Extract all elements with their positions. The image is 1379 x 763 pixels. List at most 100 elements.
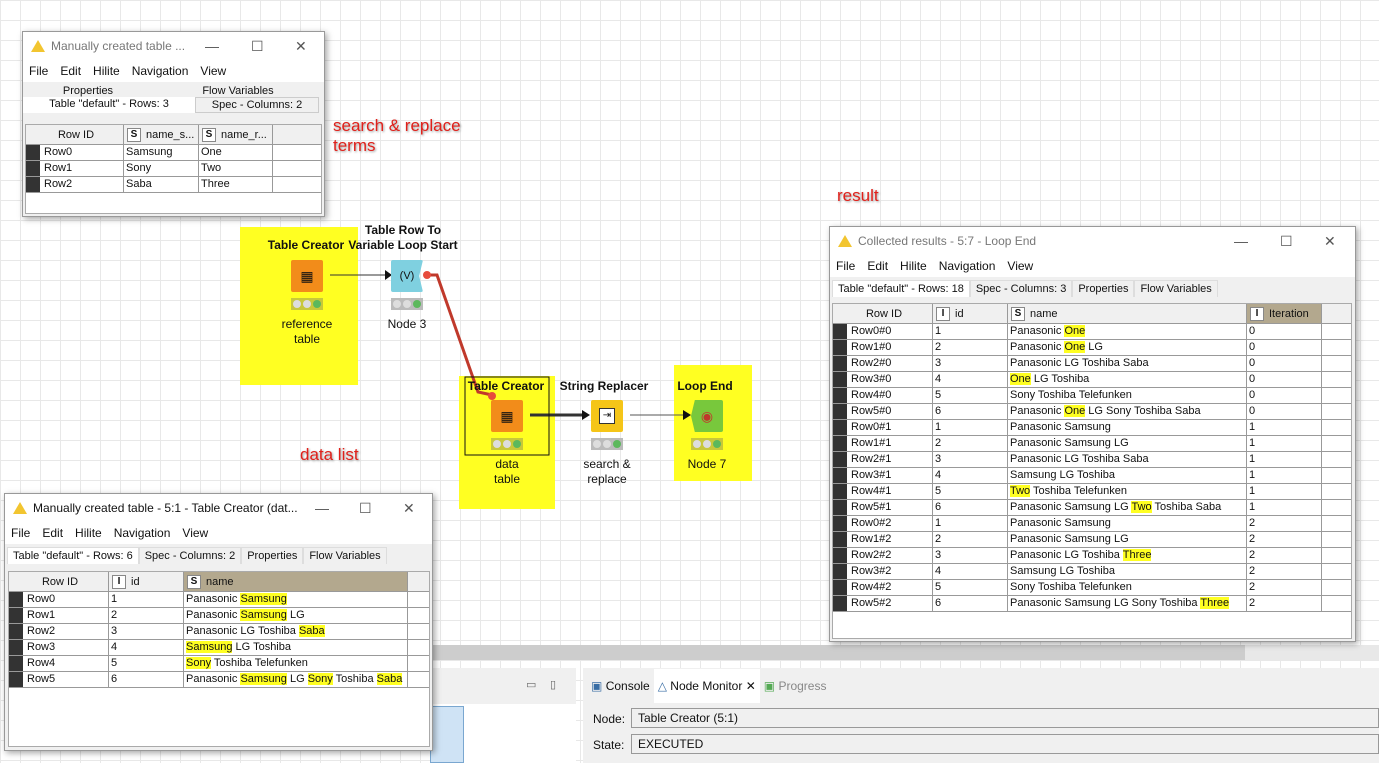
- menu-view[interactable]: View: [1007, 259, 1033, 273]
- table-row[interactable]: Row5#2 6 Panasonic Samsung LG Sony Toshiba…: [833, 596, 1351, 612]
- table-row[interactable]: Row0 1 Panasonic Samsung: [9, 592, 429, 608]
- console-icon: ▣: [591, 679, 603, 693]
- tab[interactable]: Table "default" - Rows: 18: [832, 280, 970, 297]
- row-id-text: Row3: [27, 641, 56, 653]
- table-row[interactable]: Row1#2 2 Panasonic Samsung LG 2: [833, 532, 1351, 548]
- column-header[interactable]: Sname: [184, 572, 408, 591]
- column-header[interactable]: Sname_s...: [124, 125, 199, 144]
- minimize-button[interactable]: —: [315, 500, 329, 516]
- horizontal-scrollbar[interactable]: [430, 645, 1379, 660]
- minimize-button[interactable]: —: [205, 38, 219, 54]
- node-table-row-to-variable-loop-start[interactable]: (V): [391, 260, 423, 292]
- menu-hilite[interactable]: Hilite: [93, 64, 120, 78]
- table-row[interactable]: Row4#0 5 Sony Toshiba Telefunken 0: [833, 388, 1351, 404]
- table-row[interactable]: Row0#1 1 Panasonic Samsung 1: [833, 420, 1351, 436]
- column-header[interactable]: I Iteration: [1247, 304, 1322, 323]
- maximize-button[interactable]: ☐: [251, 38, 264, 55]
- close-button[interactable]: ✕: [1324, 233, 1336, 250]
- table-row[interactable]: Row1#0 2 Panasonic One LG 0: [833, 340, 1351, 356]
- close-button[interactable]: ✕: [403, 500, 415, 517]
- maximize-button[interactable]: ☐: [1280, 233, 1293, 250]
- table-row[interactable]: Row3#2 4 Samsung LG Toshiba 2: [833, 564, 1351, 580]
- table-row[interactable]: Row2#1 3 Panasonic LG Toshiba Saba 1: [833, 452, 1351, 468]
- tab-spec[interactable]: Spec - Columns: 2: [195, 97, 319, 113]
- menu-navigation[interactable]: Navigation: [132, 64, 189, 78]
- tab[interactable]: Table "default" - Rows: 6: [7, 547, 139, 564]
- tab-node-monitor[interactable]: △ Node Monitor ✕: [653, 669, 760, 703]
- node-string-replacer[interactable]: ⇥: [591, 400, 623, 432]
- menu-view[interactable]: View: [200, 64, 226, 78]
- node-field[interactable]: Table Creator (5:1): [631, 708, 1379, 728]
- table-row[interactable]: Row5#0 6 Panasonic One LG Sony Toshiba Sab…: [833, 404, 1351, 420]
- table-row[interactable]: Row2 Saba Three: [26, 177, 321, 193]
- table-row[interactable]: Row1 Sony Two: [26, 161, 321, 177]
- menu-hilite[interactable]: Hilite: [75, 526, 102, 540]
- menu-view[interactable]: View: [182, 526, 208, 540]
- table-row[interactable]: Row0#2 1 Panasonic Samsung 2: [833, 516, 1351, 532]
- tab[interactable]: Flow Variables: [303, 547, 387, 564]
- table-row[interactable]: Row1#1 2 Panasonic Samsung LG 1: [833, 436, 1351, 452]
- tab[interactable]: Spec - Columns: 2: [138, 547, 242, 564]
- tab[interactable]: Properties: [1072, 280, 1135, 297]
- table-row[interactable]: Row5#1 6 Panasonic Samsung LG Two Toshiba …: [833, 500, 1351, 516]
- table-row[interactable]: Row4#2 5 Sony Toshiba Telefunken 2: [833, 580, 1351, 596]
- minimize-button[interactable]: —: [1234, 233, 1248, 249]
- menu-file[interactable]: File: [29, 64, 48, 78]
- maximize-button[interactable]: ☐: [359, 500, 372, 517]
- column-header[interactable]: Iid: [109, 572, 184, 591]
- tab[interactable]: Spec - Columns: 3: [969, 280, 1073, 297]
- cell-text: Toshiba: [332, 673, 377, 685]
- table-row[interactable]: Row1 2 Panasonic Samsung LG: [9, 608, 429, 624]
- data-list-table[interactable]: Row ID Iid Sname Row0 1 Panasonic Samsung Row1…: [8, 571, 430, 747]
- row-marker: [833, 500, 847, 515]
- table-row[interactable]: Row2 3 Panasonic LG Toshiba Saba: [9, 624, 429, 640]
- table-row[interactable]: Row2#2 3 Panasonic LG Toshiba Three 2: [833, 548, 1351, 564]
- column-header[interactable]: Iid: [933, 304, 1008, 323]
- reference-data-table[interactable]: Row ID Sname_s... Sname_r... Row0 Samsung One…: [25, 124, 322, 214]
- table-row[interactable]: Row3#0 4 One LG Toshiba 0: [833, 372, 1351, 388]
- column-type-icon: S: [127, 127, 141, 142]
- tab-properties[interactable]: Properties: [23, 85, 153, 97]
- table-row[interactable]: Row3#1 4 Samsung LG Toshiba 1: [833, 468, 1351, 484]
- row-marker: [9, 640, 23, 655]
- table-row[interactable]: Row3 4 Samsung LG Toshiba: [9, 640, 429, 656]
- close-button[interactable]: ✕: [295, 38, 307, 55]
- cell: 3: [933, 548, 1008, 563]
- column-header[interactable]: Row ID: [9, 572, 109, 591]
- table-row[interactable]: Row4 5 Sony Toshiba Telefunken: [9, 656, 429, 672]
- close-icon[interactable]: ✕: [746, 679, 756, 693]
- tab-console[interactable]: ▣ Console: [591, 679, 650, 693]
- menu-edit[interactable]: Edit: [42, 526, 63, 540]
- table-row[interactable]: Row5 6 Panasonic Samsung LG Sony Toshiba S…: [9, 672, 429, 688]
- tab-flow-variables[interactable]: Flow Variables: [153, 85, 323, 97]
- menu-navigation[interactable]: Navigation: [114, 526, 171, 540]
- tab-progress[interactable]: ▣ Progress: [764, 679, 827, 693]
- menu-file[interactable]: File: [836, 259, 855, 273]
- tab[interactable]: Flow Variables: [1134, 280, 1218, 297]
- column-label: name_r...: [221, 128, 267, 141]
- node-table-creator-reference[interactable]: ▦: [291, 260, 323, 292]
- tab[interactable]: Properties: [241, 547, 304, 564]
- table-row[interactable]: Row0 Samsung One: [26, 145, 321, 161]
- result-table[interactable]: Row ID Iid Sname I Iteration Row0#0 1 Panasonic…: [832, 303, 1352, 639]
- menu-edit[interactable]: Edit: [867, 259, 888, 273]
- menu-edit[interactable]: Edit: [60, 64, 81, 78]
- table-row[interactable]: Row2#0 3 Panasonic LG Toshiba Saba 0: [833, 356, 1351, 372]
- menu-hilite[interactable]: Hilite: [900, 259, 927, 273]
- row-marker: [833, 436, 847, 451]
- minimize-icon[interactable]: ▭: [526, 678, 536, 691]
- state-field[interactable]: EXECUTED: [631, 734, 1379, 754]
- column-header[interactable]: Row ID: [833, 304, 933, 323]
- maximize-icon[interactable]: ▯: [550, 678, 556, 691]
- node-loop-end[interactable]: ◉: [691, 400, 723, 432]
- menu-file[interactable]: File: [11, 526, 30, 540]
- column-header[interactable]: Sname_r...: [199, 125, 273, 144]
- table-row[interactable]: Row0#0 1 Panasonic One 0: [833, 324, 1351, 340]
- node-table-creator-data[interactable]: ▦: [491, 400, 523, 432]
- column-header[interactable]: Sname: [1008, 304, 1247, 323]
- table-row[interactable]: Row4#1 5 Two Toshiba Telefunken 1: [833, 484, 1351, 500]
- column-header[interactable]: Row ID: [26, 125, 124, 144]
- menu-navigation[interactable]: Navigation: [939, 259, 996, 273]
- cell: 5: [933, 580, 1008, 595]
- tab-table[interactable]: Table "default" - Rows: 3: [23, 97, 195, 113]
